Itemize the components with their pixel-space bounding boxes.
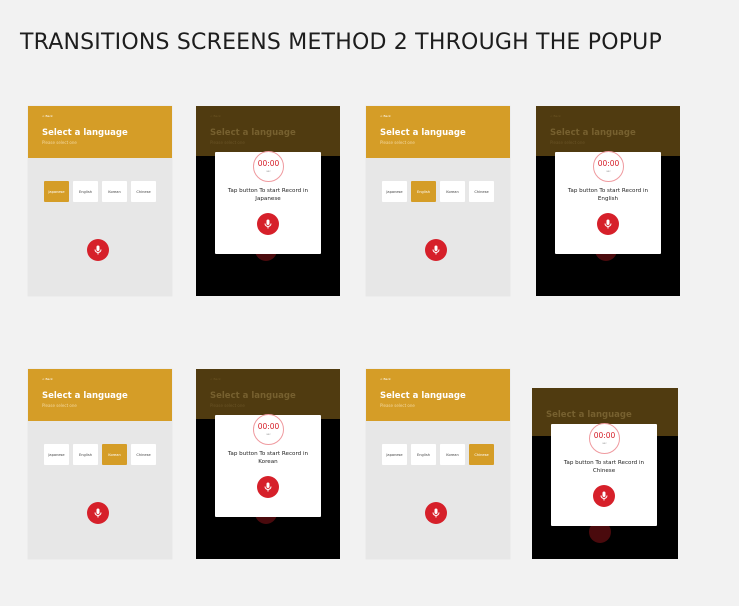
popup-message: Tap button To start Record in English xyxy=(567,188,649,202)
back-link: < Back xyxy=(550,114,561,118)
timer-value: 00:00 xyxy=(593,431,616,441)
language-options: Japanese English Korean Chinese xyxy=(44,444,156,465)
screen-title: Select a language xyxy=(42,128,128,138)
language-option-japanese[interactable]: Japanese xyxy=(44,444,69,465)
language-option-chinese[interactable]: Chinese xyxy=(131,181,156,202)
screen-title: Select a language xyxy=(550,128,636,138)
language-screen-chinese: < Back Select a language Please select o… xyxy=(366,369,510,559)
language-option-korean[interactable]: Korean xyxy=(440,181,465,202)
timer-unit: sec xyxy=(602,441,607,445)
microphone-icon xyxy=(94,508,102,518)
record-button[interactable] xyxy=(257,213,279,235)
record-popup: 00:00 sec Tap button To start Record in … xyxy=(555,151,661,254)
screen-subtitle: Please select one xyxy=(42,140,77,145)
screen-title: Select a language xyxy=(210,391,296,401)
screen-title: Select a language xyxy=(42,391,128,401)
microphone-icon xyxy=(432,508,440,518)
language-options: Japanese English Korean Chinese xyxy=(382,444,494,465)
header: < Back Select a language Please select o… xyxy=(536,106,680,156)
timer-unit: sec xyxy=(266,432,271,436)
language-screen-english: < Back Select a language Please select o… xyxy=(366,106,510,296)
record-popup-screen-korean: < Back Select a language Please select o… xyxy=(196,369,340,559)
record-button[interactable] xyxy=(425,502,447,524)
microphone-icon xyxy=(264,219,272,229)
microphone-icon xyxy=(264,482,272,492)
header: < Back Select a language Please select o… xyxy=(28,369,172,421)
screen-title: Select a language xyxy=(546,410,632,420)
popup-message: Tap button To start Record in Korean xyxy=(227,451,309,465)
back-link: < Back xyxy=(210,114,221,118)
language-option-english[interactable]: English xyxy=(411,444,436,465)
screen-subtitle: Please select one xyxy=(210,403,245,408)
timer-value: 00:00 xyxy=(257,422,280,432)
screen-subtitle: Please select one xyxy=(380,140,415,145)
language-option-japanese[interactable]: Japanese xyxy=(44,181,69,202)
language-option-japanese[interactable]: Japanese xyxy=(382,181,407,202)
language-option-korean[interactable]: Korean xyxy=(440,444,465,465)
microphone-icon xyxy=(94,245,102,255)
back-link[interactable]: < Back xyxy=(42,114,53,118)
record-button[interactable] xyxy=(593,485,615,507)
language-screen-korean: < Back Select a language Please select o… xyxy=(28,369,172,559)
header: < Back Select a language Please select o… xyxy=(28,106,172,158)
record-popup: 00:00 sec Tap button To start Record in … xyxy=(215,151,321,254)
recording-timer: 00:00 sec xyxy=(253,414,284,445)
record-button[interactable] xyxy=(87,239,109,261)
screen-subtitle: Please select one xyxy=(550,140,585,145)
popup-message: Tap button To start Record in Chinese xyxy=(563,460,645,474)
recording-timer: 00:00 sec xyxy=(589,423,620,454)
timer-unit: sec xyxy=(266,169,271,173)
record-button[interactable] xyxy=(257,476,279,498)
back-link[interactable]: < Back xyxy=(380,377,391,381)
language-option-chinese[interactable]: Chinese xyxy=(131,444,156,465)
language-option-korean[interactable]: Korean xyxy=(102,444,127,465)
microphone-icon xyxy=(604,219,612,229)
back-link[interactable]: < Back xyxy=(42,377,53,381)
language-option-english[interactable]: English xyxy=(411,181,436,202)
language-option-korean[interactable]: Korean xyxy=(102,181,127,202)
header: < Back Select a language Please select o… xyxy=(366,106,510,158)
language-option-chinese[interactable]: Chinese xyxy=(469,444,494,465)
record-popup-screen-english: < Back Select a language Please select o… xyxy=(536,106,680,296)
recording-timer: 00:00 sec xyxy=(253,151,284,182)
record-button[interactable] xyxy=(425,239,447,261)
back-link[interactable]: < Back xyxy=(380,114,391,118)
screen-subtitle: Please select one xyxy=(42,403,77,408)
record-popup: 00:00 sec Tap button To start Record in … xyxy=(215,414,321,517)
timer-value: 00:00 xyxy=(597,159,620,169)
language-screen-japanese: < Back Select a language Please select o… xyxy=(28,106,172,296)
language-option-english[interactable]: English xyxy=(73,181,98,202)
language-option-english[interactable]: English xyxy=(73,444,98,465)
back-link: < Back xyxy=(210,377,221,381)
record-button[interactable] xyxy=(597,213,619,235)
header: < Back Select a language Please select o… xyxy=(196,369,340,419)
header: < Back Select a language Please select o… xyxy=(196,106,340,156)
timer-unit: sec xyxy=(606,169,611,173)
screen-title: Select a language xyxy=(380,391,466,401)
record-button[interactable] xyxy=(87,502,109,524)
page-title: TRANSITIONS SCREENS METHOD 2 THROUGH THE… xyxy=(20,30,662,55)
screen-title: Select a language xyxy=(210,128,296,138)
microphone-icon xyxy=(432,245,440,255)
popup-message: Tap button To start Record in Japanese xyxy=(227,188,309,202)
screen-subtitle: Please select one xyxy=(210,140,245,145)
screen-subtitle: Please select one xyxy=(380,403,415,408)
record-popup: 00:00 sec Tap button To start Record in … xyxy=(551,423,657,526)
screen-title: Select a language xyxy=(380,128,466,138)
language-option-japanese[interactable]: Japanese xyxy=(382,444,407,465)
header: < Back Select a language Please select o… xyxy=(366,369,510,421)
language-options: Japanese English Korean Chinese xyxy=(382,181,494,202)
language-options: Japanese English Korean Chinese xyxy=(44,181,156,202)
language-option-chinese[interactable]: Chinese xyxy=(469,181,494,202)
microphone-icon xyxy=(600,491,608,501)
record-popup-screen-chinese: Select a language 00:00 sec Tap button T… xyxy=(532,388,678,559)
timer-value: 00:00 xyxy=(257,159,280,169)
recording-timer: 00:00 sec xyxy=(593,151,624,182)
record-popup-screen-japanese: < Back Select a language Please select o… xyxy=(196,106,340,296)
